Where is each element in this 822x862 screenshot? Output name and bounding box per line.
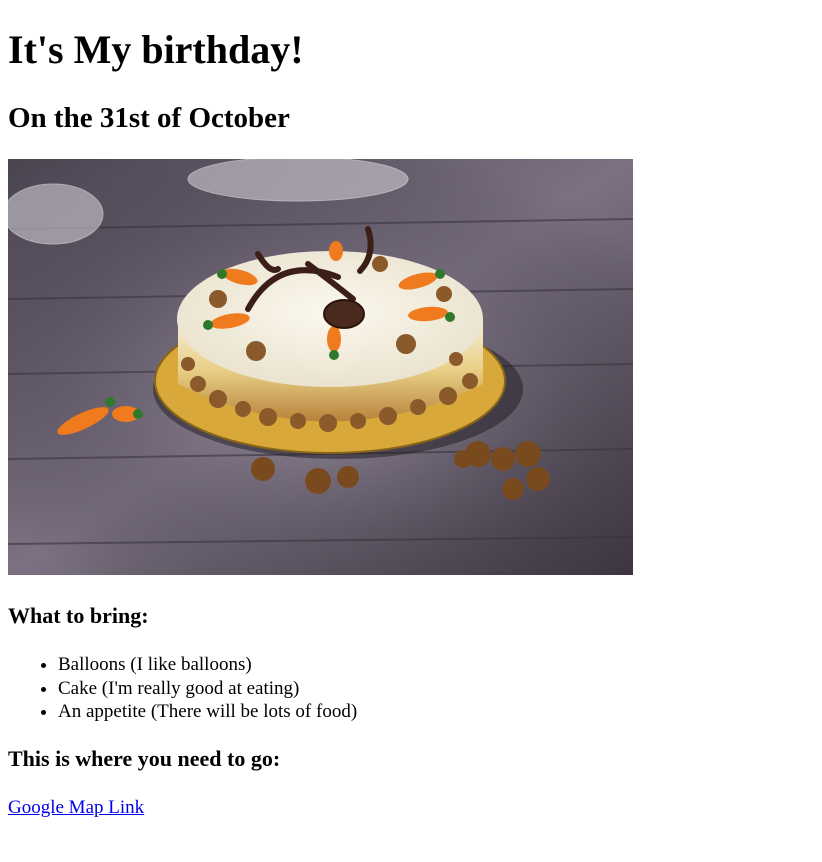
directions-heading: This is where you need to go:	[8, 746, 281, 771]
cake-photo	[8, 159, 633, 575]
list-item: Balloons (I like balloons)	[58, 653, 357, 677]
list-item: An appetite (There will be lots of food)	[58, 700, 357, 724]
bring-list: Balloons (I like balloons) Cake (I'm rea…	[8, 653, 357, 724]
bring-heading: What to bring:	[8, 603, 149, 628]
page-title: It's My birthday!	[8, 27, 304, 72]
page-subtitle: On the 31st of October	[8, 102, 290, 134]
google-map-link[interactable]: Google Map Link	[8, 796, 144, 820]
list-item: Cake (I'm really good at eating)	[58, 677, 357, 701]
